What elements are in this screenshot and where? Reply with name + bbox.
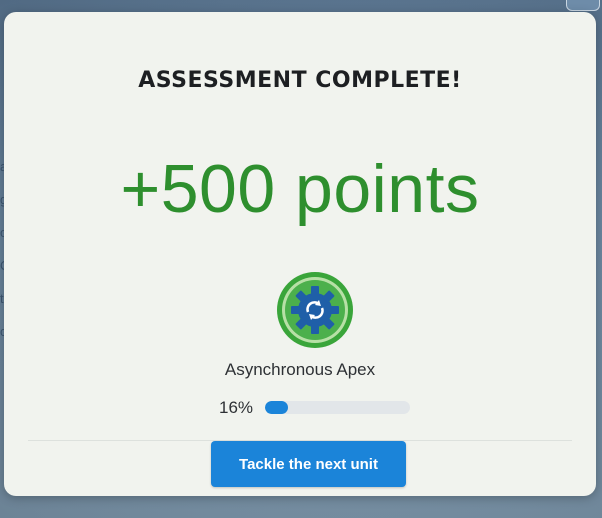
unit-progress: 16% bbox=[219, 397, 419, 419]
modal-title: ASSESSMENT COMPLETE! bbox=[138, 68, 462, 93]
points-earned: +500 points bbox=[120, 151, 480, 227]
progress-percent: 16% bbox=[219, 398, 254, 417]
progress-track bbox=[265, 401, 410, 414]
assessment-complete-modal: ASSESSMENT COMPLETE! +500 points Asynchr… bbox=[4, 12, 596, 496]
modal-close-corner[interactable] bbox=[566, 0, 600, 11]
gear-refresh-icon bbox=[277, 272, 353, 348]
progress-fill bbox=[265, 401, 289, 414]
unit-name: Asynchronous Apex bbox=[224, 360, 376, 379]
tackle-next-unit-button[interactable]: Tackle the next unit bbox=[211, 441, 406, 487]
